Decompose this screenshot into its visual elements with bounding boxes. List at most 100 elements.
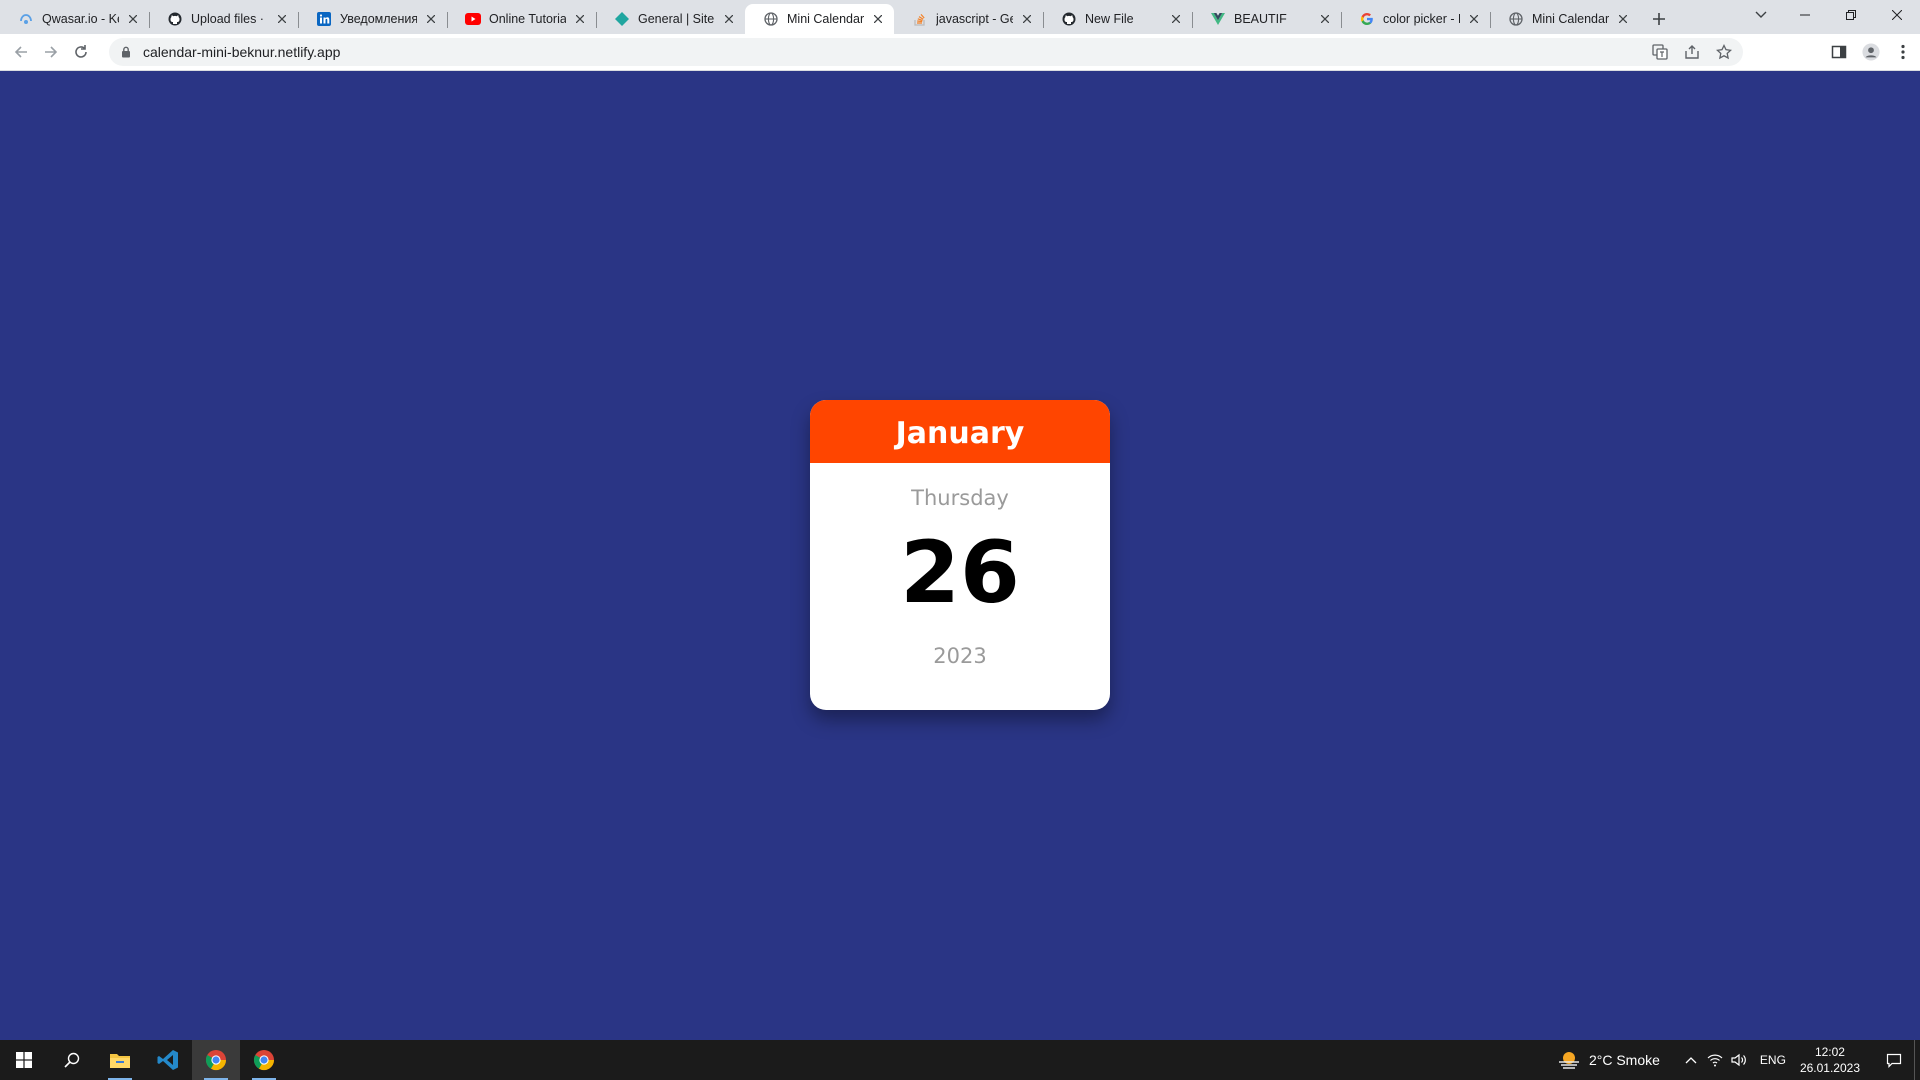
tab-title: Уведомления | (340, 12, 417, 26)
close-tab-icon[interactable] (572, 11, 588, 27)
arrow-right-icon (45, 46, 58, 58)
taskbar-search-button[interactable] (48, 1040, 96, 1080)
lock-icon[interactable] (119, 45, 133, 59)
tab-title: Online Tutorials (489, 12, 566, 26)
vue-icon (1210, 11, 1226, 27)
tab-title: Qwasar.io - Kee (42, 12, 119, 26)
taskbar-chrome-active[interactable] (192, 1040, 240, 1080)
browser-tab[interactable]: Mini Calendar (1490, 4, 1639, 34)
browser-tab[interactable]: Upload files · be (149, 4, 298, 34)
notification-icon (1886, 1053, 1902, 1068)
browser-tab[interactable]: Уведомления | (298, 4, 447, 34)
network-icon[interactable] (1704, 1040, 1726, 1080)
address-bar-actions (1651, 43, 1733, 61)
chevron-down-icon (1755, 11, 1767, 18)
close-tab-icon[interactable] (870, 11, 886, 27)
close-tab-icon[interactable] (721, 11, 737, 27)
forward-button[interactable] (37, 38, 65, 66)
plus-icon (1653, 13, 1665, 25)
new-tab-button[interactable] (1645, 5, 1673, 33)
taskbar-clock[interactable]: 12:02 26.01.2023 (1800, 1044, 1860, 1076)
google-icon (1359, 11, 1375, 27)
browser-tab[interactable]: Mini Calendar (745, 4, 894, 34)
folder-icon (110, 1054, 130, 1068)
linkedin-icon (316, 11, 332, 27)
minimize-icon (1800, 14, 1810, 16)
browser-tab[interactable]: New File (1043, 4, 1192, 34)
arrow-left-icon (14, 46, 27, 58)
close-tab-icon[interactable] (1317, 11, 1333, 27)
taskbar-file-explorer[interactable] (96, 1040, 144, 1080)
restore-button[interactable] (1828, 0, 1874, 30)
taskbar-chrome[interactable] (240, 1040, 288, 1080)
close-tab-icon[interactable] (423, 11, 439, 27)
star-icon[interactable] (1715, 43, 1733, 61)
qwasar-icon (18, 11, 34, 27)
browser-tab[interactable]: javascript - Gett (894, 4, 1043, 34)
show-desktop-button[interactable] (1914, 1040, 1920, 1080)
reload-icon (75, 45, 87, 58)
browser-tab[interactable]: color picker - П (1341, 4, 1490, 34)
menu-kebab-icon[interactable] (1894, 43, 1912, 61)
search-icon (64, 1052, 80, 1068)
weather-haze-icon (1558, 1052, 1579, 1069)
toolbar-actions (1830, 43, 1912, 61)
chrome-icon (205, 1050, 227, 1071)
close-window-button[interactable] (1874, 0, 1920, 30)
show-hidden-icons-button[interactable] (1680, 1040, 1702, 1080)
browser-tab[interactable]: General | Site se (596, 4, 745, 34)
windows-logo-icon (16, 1052, 32, 1068)
stackoverflow-icon (912, 11, 928, 27)
globe-icon (763, 11, 779, 27)
browser-tab[interactable]: BEAUTIF (1192, 4, 1341, 34)
github-icon (1061, 11, 1077, 27)
vscode-icon (157, 1050, 178, 1070)
tab-title: Mini Calendar (787, 12, 864, 26)
tab-list: Qwasar.io - Kee Upload files · be Уведомле… (0, 0, 1639, 34)
chrome-icon (253, 1050, 275, 1071)
browser-tab[interactable]: Qwasar.io - Kee (0, 4, 149, 34)
calendar-year: 2023 (933, 644, 987, 668)
netlify-icon (614, 11, 630, 27)
close-tab-icon[interactable] (274, 11, 290, 27)
volume-icon[interactable] (1728, 1040, 1750, 1080)
profile-avatar-icon[interactable] (1862, 43, 1880, 61)
close-tab-icon[interactable] (1615, 11, 1631, 27)
close-icon (1892, 10, 1902, 20)
browser-tab[interactable]: Online Tutorials (447, 4, 596, 34)
windows-taskbar: 2°C Smoke ENG 12:02 26.01.2023 (0, 1040, 1920, 1080)
taskbar-vscode[interactable] (144, 1040, 192, 1080)
notification-center-button[interactable] (1874, 1040, 1914, 1080)
calendar-day-number: 26 (900, 523, 1020, 623)
github-icon (167, 11, 183, 27)
close-tab-icon[interactable] (125, 11, 141, 27)
tab-search-button[interactable] (1750, 4, 1772, 26)
translate-icon[interactable] (1651, 43, 1669, 61)
tab-title: color picker - П (1383, 12, 1460, 26)
youtube-icon (465, 11, 481, 27)
side-panel-icon[interactable] (1830, 43, 1848, 61)
weather-text: 2°C Smoke (1588, 1052, 1660, 1068)
start-button[interactable] (0, 1040, 48, 1080)
minimize-button[interactable] (1782, 0, 1828, 30)
address-bar[interactable]: calendar-mini-beknur.netlify.app (109, 38, 1743, 66)
back-button[interactable] (7, 38, 35, 66)
url-text[interactable]: calendar-mini-beknur.netlify.app (143, 44, 340, 60)
weather-widget[interactable]: 2°C Smoke (1557, 1050, 1666, 1070)
close-tab-icon[interactable] (1019, 11, 1035, 27)
system-tray: 2°C Smoke ENG 12:02 26.01.2023 (1557, 1040, 1920, 1080)
share-icon[interactable] (1683, 43, 1701, 61)
tab-title: BEAUTIF (1234, 12, 1287, 26)
calendar-day-name: Thursday (911, 486, 1009, 510)
reload-button[interactable] (67, 38, 95, 66)
globe-icon (1508, 11, 1524, 27)
window-controls (1782, 0, 1920, 30)
tab-title: Upload files · be (191, 12, 268, 26)
tab-title: New File (1085, 12, 1134, 26)
tab-title: Mini Calendar (1532, 12, 1609, 26)
chevron-up-icon (1685, 1057, 1697, 1064)
input-language[interactable]: ENG (1760, 1053, 1786, 1067)
close-tab-icon[interactable] (1168, 11, 1184, 27)
close-tab-icon[interactable] (1466, 11, 1482, 27)
browser-toolbar: calendar-mini-beknur.netlify.app (0, 34, 1920, 71)
